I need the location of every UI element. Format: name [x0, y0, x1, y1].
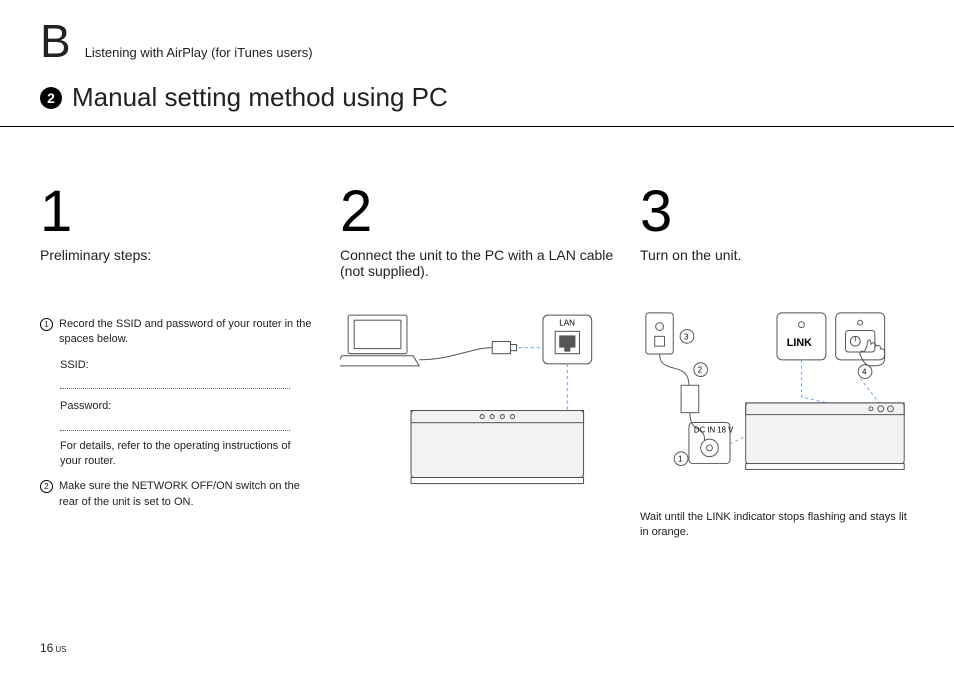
subsection-title: Manual setting method using PC [72, 82, 448, 113]
diagram-lan-connection: LAN [340, 307, 614, 505]
marker-4-icon: 4 [862, 368, 867, 377]
subsection-number-icon: 2 [40, 87, 62, 109]
step-body: 1 Record the SSID and password of your r… [40, 317, 314, 510]
substep-text: Record the SSID and password of your rou… [59, 317, 314, 348]
lan-port-label: LAN [559, 318, 575, 327]
step-1: 1 Preliminary steps: 1 Record the SSID a… [40, 183, 314, 541]
substep: 1 Record the SSID and password of your r… [40, 317, 314, 348]
step-note: Wait until the LINK indicator stops flas… [640, 510, 914, 541]
lan-diagram-svg: LAN [340, 307, 614, 500]
marker-3-icon: 3 [684, 332, 688, 341]
substep-text: Make sure the NETWORK OFF/ON switch on t… [59, 479, 314, 510]
step-title: Connect the unit to the PC with a LAN ca… [340, 247, 614, 287]
marker-2-icon: 2 [698, 366, 702, 375]
substep: 2 Make sure the NETWORK OFF/ON switch on… [40, 479, 314, 510]
step-number: 1 [40, 183, 314, 241]
step-number: 2 [340, 183, 614, 241]
circled-1-icon: 1 [40, 318, 53, 331]
details-note: For details, refer to the operating inst… [60, 439, 314, 470]
steps-row: 1 Preliminary steps: 1 Record the SSID a… [40, 183, 914, 541]
section-header: B Listening with AirPlay (for iTunes use… [40, 18, 914, 64]
horizontal-rule [0, 126, 954, 127]
subsection-header: 2 Manual setting method using PC [40, 82, 914, 113]
step-3: 3 Turn on the unit. 3 2 [640, 183, 914, 541]
page-region: US [55, 645, 66, 654]
link-indicator-label: LINK [787, 337, 812, 349]
ssid-input-line[interactable] [60, 379, 290, 389]
diagram-power-on: 3 2 DC IN 18 V 1 [640, 307, 914, 498]
step-title: Turn on the unit. [640, 247, 914, 287]
password-label: Password: [60, 399, 314, 414]
dc-in-label: DC IN 18 V [694, 425, 734, 434]
step-title: Preliminary steps: [40, 247, 314, 287]
password-input-line[interactable] [60, 421, 290, 431]
marker-1-icon: 1 [678, 455, 682, 464]
power-diagram-svg: 3 2 DC IN 18 V 1 [640, 307, 914, 493]
page-footer: 16US [40, 641, 66, 655]
section-subtitle: Listening with AirPlay (for iTunes users… [85, 45, 313, 60]
step-2: 2 Connect the unit to the PC with a LAN … [340, 183, 614, 541]
ssid-label: SSID: [60, 358, 314, 373]
page: B Listening with AirPlay (for iTunes use… [0, 0, 954, 673]
section-letter: B [40, 18, 71, 64]
step-number: 3 [640, 183, 914, 241]
page-number: 16 [40, 641, 53, 655]
circled-2-icon: 2 [40, 480, 53, 493]
